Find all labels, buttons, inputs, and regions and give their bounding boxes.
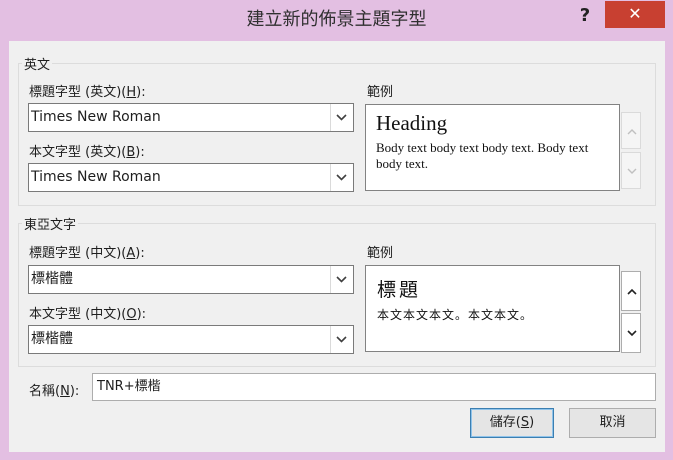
chevron-down-icon[interactable] [330, 164, 353, 191]
latin-sample-preview: Heading Body text body text body text. B… [365, 104, 620, 191]
chevron-down-icon[interactable] [330, 326, 353, 353]
latin-preview-scroll-down[interactable] [621, 152, 641, 189]
east-asian-group-label: 東亞文字 [22, 214, 79, 233]
latin-body-font-select[interactable]: Times New Roman [28, 163, 354, 192]
ea-body-font-value: 標楷體 [31, 331, 73, 347]
save-button[interactable]: 儲存(S) [470, 408, 554, 438]
ea-body-font-label: 本文字型 (中文)(O): [29, 307, 147, 322]
dialog-body: 英文 標題字型 (英文)(H): Times New Roman 本文字型 (英… [9, 41, 665, 452]
latin-group-label: 英文 [22, 54, 53, 73]
cancel-button[interactable]: 取消 [569, 408, 656, 438]
latin-body-font-value: Times New Roman [31, 169, 161, 185]
ea-preview-scroll-down[interactable] [621, 313, 641, 353]
ea-heading-font-select[interactable]: 標楷體 [28, 265, 354, 294]
ea-sample-label: 範例 [367, 246, 394, 261]
latin-sample-body: Body text body text body text. Body text… [376, 140, 589, 171]
ea-body-font-select[interactable]: 標楷體 [28, 325, 354, 354]
ea-heading-font-label: 標題字型 (中文)(A): [29, 246, 145, 261]
name-input[interactable]: TNR+標楷 [92, 373, 656, 401]
help-button[interactable]: ? [570, 4, 600, 28]
name-input-value: TNR+標楷 [97, 379, 161, 394]
name-label: 名稱(N): [29, 384, 80, 399]
latin-heading-font-label: 標題字型 (英文)(H): [29, 85, 146, 100]
ea-sample-body: 本文本文本文。本文本文。 [377, 308, 534, 322]
latin-heading-font-value: Times New Roman [31, 109, 161, 125]
ea-sample-heading: 標題 [377, 279, 422, 301]
ea-heading-font-value: 標楷體 [31, 271, 73, 287]
ea-preview-scroll-up[interactable] [621, 271, 641, 311]
latin-heading-font-select[interactable]: Times New Roman [28, 103, 354, 132]
latin-preview-scroll-up[interactable] [621, 112, 641, 149]
chevron-down-icon[interactable] [330, 266, 353, 293]
ea-sample-preview: 標題 本文本文本文。本文本文。 [365, 265, 620, 352]
chevron-down-icon[interactable] [330, 104, 353, 131]
latin-sample-label: 範例 [367, 85, 394, 100]
latin-body-font-label: 本文字型 (英文)(B): [29, 145, 145, 160]
latin-sample-heading: Heading [376, 111, 448, 135]
close-button[interactable]: ✕ [605, 1, 665, 28]
